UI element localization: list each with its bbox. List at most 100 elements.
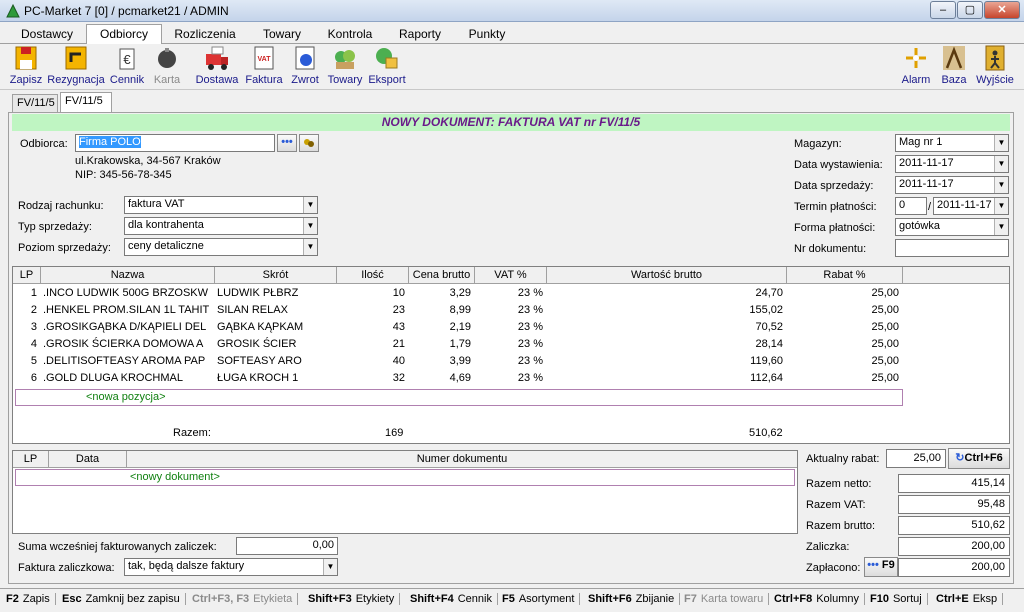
tab-punkty[interactable]: Punkty (458, 25, 516, 44)
exit-icon (985, 45, 1005, 71)
col-doc-data[interactable]: Data (49, 451, 127, 468)
return-button[interactable]: Zwrot (288, 44, 322, 86)
discount-field[interactable]: 25,00 (886, 449, 946, 468)
cell-discount: 25,00 (871, 372, 899, 384)
col-nazwa[interactable]: Nazwa (41, 267, 215, 284)
cell-value: 112,64 (750, 372, 783, 384)
advances-sum-field[interactable]: 0,00 (236, 537, 338, 555)
database-button[interactable]: Baza (938, 44, 970, 86)
table-row[interactable]: 3 .GROSIKGĄBKA D/KĄPIELI DEL GĄBKA KĄPKAM 4… (13, 319, 1009, 336)
shortcut-ctrl-f3-f3[interactable]: Ctrl+F3, F3 Etykieta (192, 593, 299, 605)
invoice-button[interactable]: VAT Faktura (244, 44, 284, 86)
customer-nip: NIP: 345-56-78-345 (75, 169, 172, 181)
tab-odbiorcy[interactable]: Odbiorcy (86, 24, 162, 45)
issue-date-field[interactable]: 2011-11-17 ▼ (895, 155, 1009, 173)
sale-type-label: Typ sprzedaży: (18, 221, 92, 233)
col-cena[interactable]: Cena brutto (409, 267, 475, 284)
col-wartosc[interactable]: Wartość brutto (547, 267, 787, 284)
sale-date-field[interactable]: 2011-11-17 ▼ (895, 176, 1009, 194)
card-icon (158, 48, 176, 68)
tab-raporty[interactable]: Raporty (390, 25, 450, 44)
sale-type-select[interactable]: dla kontrahenta ▼ (124, 217, 318, 235)
invoice-kind-select[interactable]: faktura VAT ▼ (124, 196, 318, 214)
shortcut-f2[interactable]: F2 Zapis (6, 593, 56, 605)
payment-form-select[interactable]: gotówka ▼ (895, 218, 1009, 236)
tab-towary[interactable]: Towary (252, 25, 312, 44)
advance-value[interactable]: 200,00 (898, 537, 1010, 556)
col-lp[interactable]: LP (13, 267, 41, 284)
goods-button[interactable]: Towary (326, 44, 364, 86)
table-row[interactable]: 6 .GOLD DLUGA KROCHMAL ŁUGA KROCH 1 32 4,69 2… (13, 370, 1009, 387)
customer-card-icon (304, 139, 314, 147)
invoice-kind-label: Rodzaj rachunku: (18, 200, 104, 212)
shortcut-f10[interactable]: F10 Sortuj (870, 593, 928, 605)
advance-docs-table: LP Data Numer dokumentu <nowy dokument> (12, 450, 798, 534)
advance-invoice-select[interactable]: tak, będą dalsze faktury ▼ (124, 558, 338, 576)
price-list-button[interactable]: € Cennik (108, 44, 146, 86)
col-ilosc[interactable]: Ilość (337, 267, 409, 284)
vat-total-label: Razem VAT: (806, 499, 866, 511)
cancel-button[interactable]: Rezygnacja (46, 44, 106, 86)
chevron-down-icon: ▼ (303, 239, 317, 255)
payment-date-field[interactable]: 2011-11-17 ▼ (933, 197, 1009, 215)
table-row[interactable]: 5 .DELITISOFTEASY AROMA PAP SOFTEASY ARO 40… (13, 353, 1009, 370)
shortcut-f7[interactable]: F7 Karta towaru (684, 593, 770, 605)
customer-address: ul.Krakowska, 34-567 Kraków (75, 155, 221, 167)
shortcut-shift-f6[interactable]: Shift+F6 Zbijanie (588, 593, 681, 605)
col-vat[interactable]: VAT % (475, 267, 547, 284)
paid-value[interactable]: 200,00 (898, 558, 1010, 577)
cell-name: .DELITISOFTEASY AROMA PAP (43, 355, 206, 367)
table-row[interactable]: 2 .HENKEL PROM.SILAN 1L TAHIT SILAN RELAX 2… (13, 302, 1009, 319)
app-logo-icon (6, 4, 20, 18)
discount-button[interactable]: ↻Ctrl+F6 (948, 448, 1010, 469)
paid-button[interactable]: ••• F9 (864, 557, 898, 577)
delivery-button[interactable]: Dostawa (194, 44, 240, 86)
doc-number-input[interactable] (895, 239, 1009, 257)
shortcut-f5[interactable]: F5 Asortyment (502, 593, 581, 605)
warehouse-select[interactable]: Mag nr 1 ▼ (895, 134, 1009, 152)
close-button[interactable]: ✕ (984, 1, 1020, 19)
doc-tab-2[interactable]: FV/11/5 (60, 92, 112, 112)
cell-lp: 4 (30, 338, 37, 350)
table-row[interactable]: 4 .GROSIK ŚCIERKA DOMOWA A GROSIK ŚCIER 21 1… (13, 336, 1009, 353)
shortcut-esc[interactable]: Esc Zamknij bez zapisu (62, 593, 186, 605)
cell-name: .GROSIKGĄBKA D/KĄPIELI DEL (43, 321, 207, 333)
shortcut-ctrl-e[interactable]: Ctrl+E Eksp (936, 593, 1004, 605)
new-item-row[interactable]: <nowa pozycja> (15, 389, 903, 406)
doc-tab-1[interactable]: FV/11/5 (12, 94, 58, 112)
exit-button[interactable]: Wyjście (974, 44, 1016, 86)
shortcut-ctrl-f8[interactable]: Ctrl+F8 Kolumny (774, 593, 866, 605)
col-doc-lp[interactable]: LP (13, 451, 49, 468)
tab-rozliczenia[interactable]: Rozliczenia (166, 25, 244, 44)
card-button[interactable]: Karta (150, 44, 184, 86)
col-skrot[interactable]: Skrót (215, 267, 337, 284)
shortcut-label: Karta towaru (700, 593, 764, 605)
alarm-button[interactable]: Alarm (898, 44, 934, 86)
new-document-row[interactable]: <nowy dokument> (15, 469, 795, 486)
tab-dostawcy[interactable]: Dostawcy (10, 25, 84, 44)
cell-lp: 1 (30, 287, 37, 299)
shortcut-label: Zapis (22, 593, 50, 605)
col-doc-number[interactable]: Numer dokumentu (127, 451, 797, 468)
sale-level-select[interactable]: ceny detaliczne ▼ (124, 238, 318, 256)
shortcut-shift-f3[interactable]: Shift+F3 Etykiety (308, 593, 401, 605)
total-quantity: 169 (385, 427, 404, 439)
cell-discount: 25,00 (871, 287, 899, 299)
cell-short: SILAN RELAX (217, 304, 288, 316)
total-value: 510,62 (749, 427, 783, 439)
customer-card-button[interactable] (299, 134, 319, 152)
customer-browse-button[interactable]: ••• (277, 134, 297, 152)
minimize-button[interactable]: – (930, 1, 956, 19)
export-icon (376, 48, 398, 69)
col-rabat[interactable]: Rabat % (787, 267, 903, 284)
customer-field[interactable]: Firma POLO (75, 134, 275, 152)
chevron-down-icon: ▼ (303, 218, 317, 234)
save-button[interactable]: Zapisz (8, 44, 44, 86)
cell-vat: 23 % (517, 287, 543, 299)
maximize-button[interactable]: ▢ (957, 1, 983, 19)
shortcut-shift-f4[interactable]: Shift+F4 Cennik (410, 593, 498, 605)
table-row[interactable]: 1 .INCO LUDWIK 500G BRZOSKW LUDWIK PŁBRZ 10… (13, 285, 1009, 302)
payment-days-input[interactable]: 0 (895, 197, 927, 215)
tab-kontrola[interactable]: Kontrola (320, 25, 380, 44)
export-button[interactable]: Eksport (366, 44, 408, 86)
